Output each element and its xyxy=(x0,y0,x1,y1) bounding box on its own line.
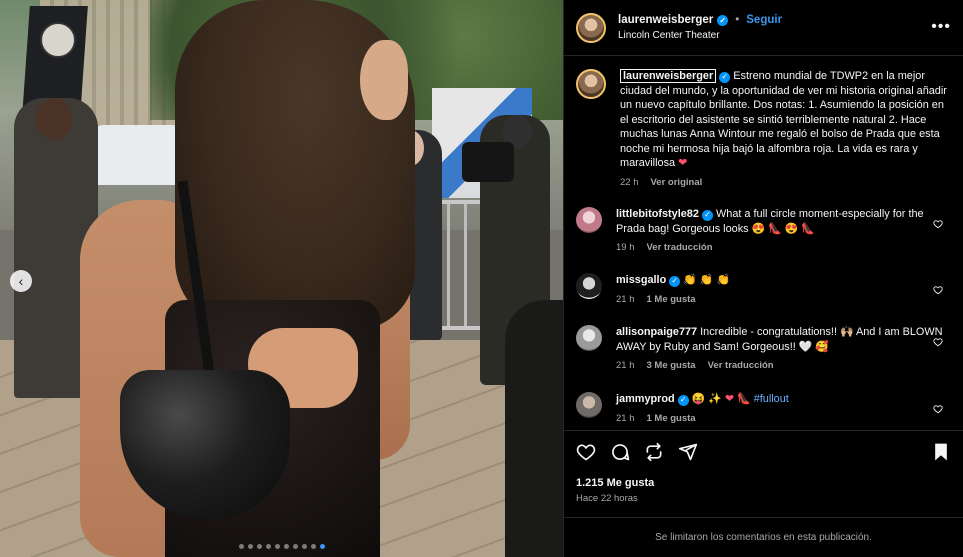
caption-avatar[interactable] xyxy=(576,69,606,99)
caption-username[interactable]: laurenweisberger xyxy=(620,69,717,83)
comment-username[interactable]: allisonpaige777 xyxy=(616,326,697,338)
comment-item: allisonpaige777 Incredible - congratulat… xyxy=(576,325,951,374)
comment-item: jammyprod ✓ 😝 ✨ ❤ 👠 #fullout 21 h 1 Me g… xyxy=(576,392,951,426)
verified-badge-icon: ✓ xyxy=(701,209,713,221)
video-camera xyxy=(462,142,514,182)
commenter-avatar[interactable] xyxy=(576,392,602,418)
post-location[interactable]: Lincoln Center Theater xyxy=(618,30,782,41)
verified-badge-icon: ✓ xyxy=(677,394,689,406)
comment-like-heart-icon[interactable] xyxy=(933,285,943,295)
comment-like-heart-icon[interactable] xyxy=(933,337,943,347)
comment-emoji: 😍 👠 😍 👠 xyxy=(751,222,815,235)
comment-emoji: 🤍 🥰 xyxy=(798,340,829,353)
chevron-left-icon: ‹ xyxy=(18,273,24,289)
translate-link[interactable]: Ver traducción xyxy=(708,359,774,374)
verified-badge-icon: ✓ xyxy=(717,14,729,26)
carousel-dot xyxy=(256,544,262,549)
verified-badge-icon: ✓ xyxy=(669,275,681,287)
post-side-panel: laurenweisberger ✓ • Seguir Lincoln Cent… xyxy=(563,0,963,557)
commenter-avatar[interactable] xyxy=(576,207,602,233)
follow-button[interactable]: Seguir xyxy=(746,14,782,26)
post-header: laurenweisberger ✓ • Seguir Lincoln Cent… xyxy=(564,0,963,56)
commenter-avatar[interactable] xyxy=(576,325,602,351)
bookmark-icon[interactable] xyxy=(931,442,951,462)
comment-emoji: 👏 👏 👏 xyxy=(683,274,731,286)
comments-limited-notice: Se limitaron los comentarios en esta pub… xyxy=(564,517,963,557)
comment-emoji: 😝 ✨ ❤ 👠 xyxy=(691,393,751,405)
carousel-prev-button[interactable]: ‹ xyxy=(10,270,32,292)
hashtag-link[interactable]: #fullout xyxy=(754,393,789,405)
carousel-dot xyxy=(301,544,307,549)
carousel-dot xyxy=(283,544,289,549)
caption-text: Estreno mundial de TDWP2 en la mejor ciu… xyxy=(620,70,947,169)
carousel-dot xyxy=(274,544,280,549)
comment-likes[interactable]: 1 Me gusta xyxy=(647,293,696,308)
foreground-shadow xyxy=(505,300,563,557)
like-count[interactable]: 1.215 Me gusta xyxy=(576,477,951,489)
post-actions: 1.215 Me gusta Hace 22 horas xyxy=(564,430,963,504)
translate-link[interactable]: Ver traducción xyxy=(647,241,713,256)
posted-time[interactable]: Hace 22 horas xyxy=(576,493,951,504)
carousel-dot xyxy=(265,544,271,549)
comment-username[interactable]: littlebitofstyle82 xyxy=(616,208,699,220)
carousel-dot xyxy=(310,544,316,549)
author-avatar[interactable] xyxy=(576,12,606,43)
carousel-dot xyxy=(292,544,298,549)
author-username[interactable]: laurenweisberger xyxy=(618,14,713,26)
heart-icon[interactable] xyxy=(576,442,596,462)
see-original-link[interactable]: Ver original xyxy=(651,176,703,191)
comment-item: missgallo ✓ 👏 👏 👏 21 h 1 Me gusta xyxy=(576,273,951,307)
clock-face xyxy=(40,22,76,58)
caption-emoji: ❤ xyxy=(678,157,688,169)
carousel-dot xyxy=(319,544,325,549)
comment-item: littlebitofstyle82 ✓ What a full circle … xyxy=(576,207,951,256)
comment-time[interactable]: 19 h xyxy=(616,241,635,256)
verified-badge-icon: ✓ xyxy=(719,71,731,83)
comment-time[interactable]: 21 h xyxy=(616,412,635,427)
send-icon[interactable] xyxy=(678,442,698,462)
comment-likes[interactable]: 1 Me gusta xyxy=(647,412,696,427)
repost-icon[interactable] xyxy=(644,442,664,462)
comment-time[interactable]: 21 h xyxy=(616,359,635,374)
carousel-dot xyxy=(247,544,253,549)
more-options-icon[interactable]: ••• xyxy=(931,18,951,36)
comment-likes[interactable]: 3 Me gusta xyxy=(647,359,696,374)
carousel-dot xyxy=(238,544,244,549)
post-viewer: ‹ laurenweisberger ✓ • Seguir Lincoln Ce… xyxy=(0,0,963,557)
comment-like-heart-icon[interactable] xyxy=(933,219,943,229)
post-photo[interactable]: ‹ xyxy=(0,0,563,557)
comment-icon[interactable] xyxy=(610,442,630,462)
comment-like-heart-icon[interactable] xyxy=(933,404,943,414)
comments-limited-text: Se limitaron los comentarios en esta pub… xyxy=(655,532,872,543)
carousel-dots xyxy=(0,544,563,549)
woman-face xyxy=(360,40,408,120)
comment-time[interactable]: 21 h xyxy=(616,293,635,308)
comment-username[interactable]: missgallo xyxy=(616,274,666,286)
comments-list[interactable]: laurenweisberger ✓ Estreno mundial de TD… xyxy=(564,57,963,430)
caption-time[interactable]: 22 h xyxy=(620,176,639,191)
separator-dot: • xyxy=(735,14,740,26)
post-caption: laurenweisberger ✓ Estreno mundial de TD… xyxy=(576,69,951,190)
comment-username[interactable]: jammyprod xyxy=(616,393,675,405)
commenter-avatar[interactable] xyxy=(576,273,602,299)
